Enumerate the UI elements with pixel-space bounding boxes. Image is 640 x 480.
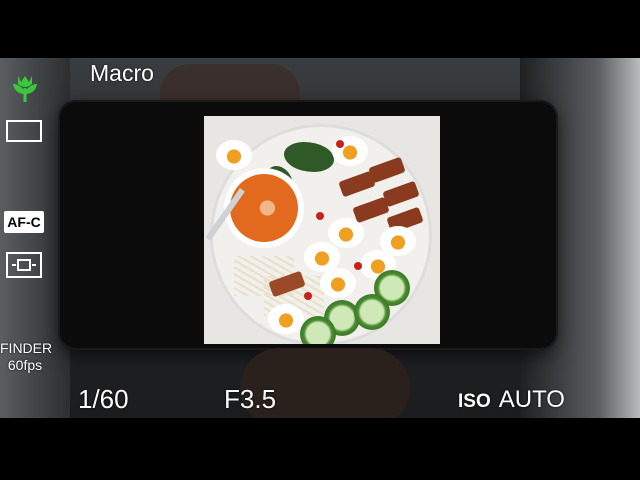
chili [336,140,344,148]
egg [320,268,356,298]
aperture-value: F3.5 [224,384,277,414]
chili [304,292,312,300]
shutter-speed: 1/60 [78,384,129,414]
egg [268,304,304,334]
cucumber [300,316,336,344]
finder-framerate: FINDER 60fps [0,340,53,374]
cucumber [354,294,390,330]
shooting-mode-label: Macro [90,60,154,86]
aspect-ratio-icon [6,120,42,142]
macro-tulip-icon [13,76,37,102]
iso-value: AUTO [498,386,565,413]
finder-label: FINDER [0,340,53,356]
chili [316,212,324,220]
frame-rate-label: 60fps [7,357,43,373]
egg [216,140,252,170]
egg [328,218,364,248]
peanut-sauce [230,174,298,242]
iso-label: ISO [458,391,491,412]
af-area-icon [6,252,42,278]
food-photo [204,116,440,344]
chili [354,262,362,270]
iso-setting: ISO AUTO [458,386,565,414]
focus-mode-badge: AF-C [4,211,44,233]
